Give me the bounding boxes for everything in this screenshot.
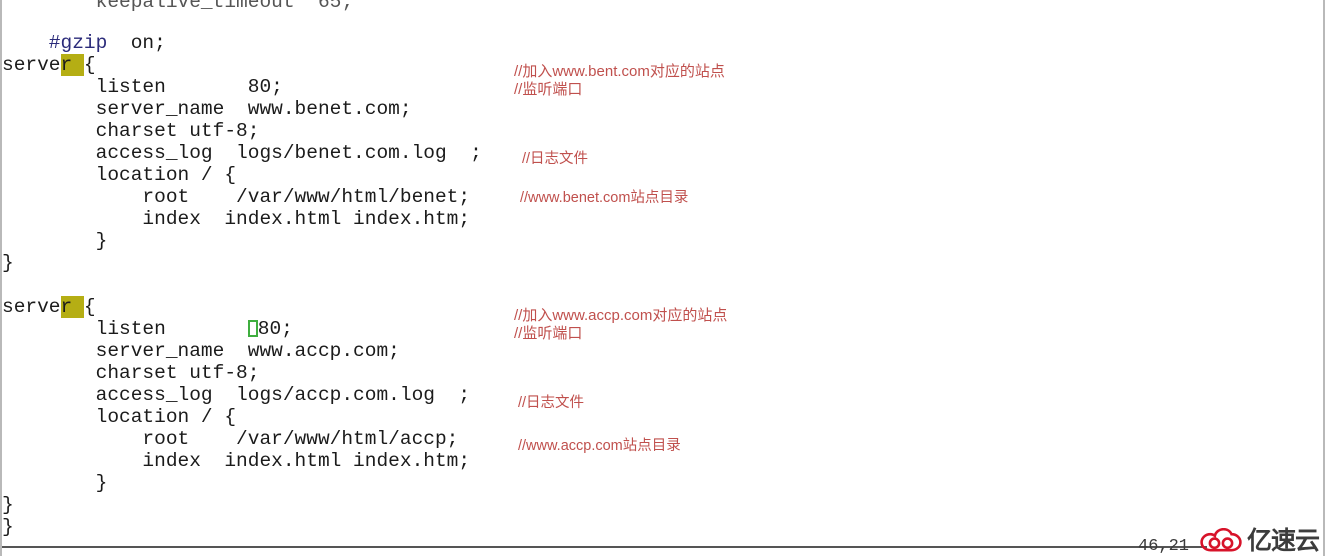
code-line-server-open-1: server { <box>2 54 96 77</box>
code-line-root-1: root /var/www/html/benet; <box>2 186 471 208</box>
editor-screenshot: keepalive_timeout 65; #gzip on; server {… <box>0 0 1325 556</box>
code-editor-pane[interactable]: keepalive_timeout 65; #gzip on; server {… <box>2 0 512 540</box>
code-line-index-1: index index.html index.htm; <box>2 208 471 230</box>
code-line-charset-1: charset utf-8; <box>2 120 260 142</box>
search-highlight-2: r <box>60 296 84 318</box>
watermark-brand-text: 亿速云 <box>1246 526 1320 555</box>
code-line-server-close-2: } <box>2 494 14 516</box>
server-keyword-prefix-2: serve <box>2 296 61 318</box>
annotation-log-accp: //日志文件 <box>518 395 585 411</box>
annotation-docroot-accp: //www.accp.com站点目录 <box>518 438 681 454</box>
code-line-server-open-2: server { <box>2 296 96 319</box>
code-line-server-name-1: server_name www.benet.com; <box>2 98 412 120</box>
listen-port-value: 80; <box>257 318 293 340</box>
cloud-logo-icon <box>1200 528 1242 552</box>
status-bar-rule <box>2 546 1207 548</box>
code-line-charset-2: charset utf-8; <box>2 362 260 384</box>
server-open-brace: { <box>83 54 96 76</box>
code-line-keepalive: keepalive_timeout 65; <box>2 0 354 13</box>
watermark: 亿速云 <box>1200 526 1320 555</box>
annotation-site-accp: //加入www.accp.com对应的站点 <box>514 307 728 324</box>
code-line-location-2: location / { <box>2 406 237 428</box>
search-highlight: r <box>60 54 84 76</box>
annotation-site-benet: //加入www.bent.com对应的站点 <box>514 63 725 80</box>
code-line-location-1: location / { <box>2 164 237 186</box>
gzip-value: on; <box>107 32 166 54</box>
code-line-location-close-2: } <box>2 472 108 494</box>
code-line-listen-1: listen 80; <box>2 76 283 98</box>
server-keyword-prefix: serve <box>2 54 61 76</box>
code-line-access-log-1: access_log logs/benet.com.log ; <box>2 142 482 164</box>
code-line-location-close-1: } <box>2 230 108 252</box>
code-line-server-name-2: server_name www.accp.com; <box>2 340 400 362</box>
gzip-directive-comment: #gzip <box>2 32 108 54</box>
code-line-gzip: #gzip on; <box>2 32 166 55</box>
code-line-server-close-1: } <box>2 252 14 274</box>
code-line-root-2: root /var/www/html/accp; <box>2 428 459 450</box>
cursor-position-indicator: 46,21 <box>1138 537 1190 556</box>
listen-directive-indent: listen <box>2 318 248 340</box>
annotation-log-benet: //日志文件 <box>522 151 589 167</box>
annotation-port-accp: //监听端口 <box>514 325 583 342</box>
status-bar: 46,21 <box>2 534 1323 556</box>
code-line-listen-2: listen 80; <box>2 318 293 341</box>
code-line-index-2: index index.html index.htm; <box>2 450 471 472</box>
annotation-port-benet: //监听端口 <box>514 81 583 98</box>
text-cursor <box>247 320 258 337</box>
code-line-access-log-2: access_log logs/accp.com.log ; <box>2 384 471 406</box>
server-open-brace-2: { <box>83 296 96 318</box>
annotation-docroot-benet: //www.benet.com站点目录 <box>520 190 689 206</box>
